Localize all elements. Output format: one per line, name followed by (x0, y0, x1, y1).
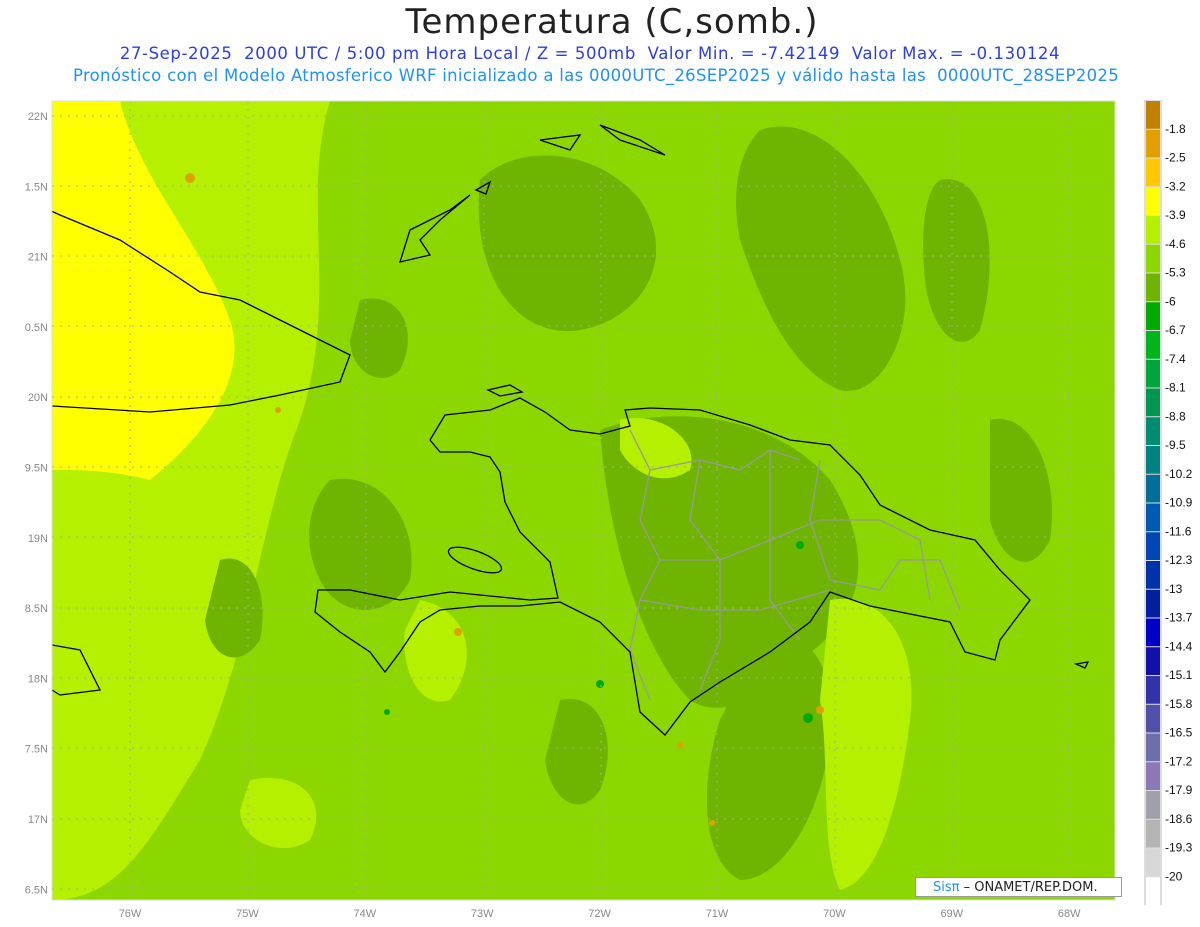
colorbar-swatch (1146, 561, 1160, 589)
colorbar-label: -9.5 (1165, 438, 1186, 452)
colorbar-swatch (1146, 791, 1160, 819)
lon-tick-label: 75W (236, 908, 259, 920)
temperature-map: 22N 1.5N 21N 0.5N 20N 9.5N 19N 8.5N 18N 7.5N 17N 6.… (25, 100, 1193, 920)
lon-tick-label: 72W (588, 908, 611, 920)
colorbar-swatch (1146, 446, 1160, 474)
lon-tick-label: 69W (940, 908, 963, 920)
colorbar-label: -12.3 (1165, 553, 1193, 567)
longitude-labels: 76W 75W 74W 73W 72W 71W 70W 69W 68W (119, 908, 1081, 920)
colorbar-swatch (1146, 101, 1160, 129)
colorbar-swatch (1146, 474, 1160, 503)
subtitle-model-info: Pronóstico con el Modelo Atmosferico WRF… (72, 66, 1119, 85)
colorbar-swatch (1146, 417, 1160, 445)
colorbar-label: -16.5 (1165, 726, 1193, 740)
sispi-logo: Sisπ (933, 880, 960, 895)
colorbar-label: -7.4 (1165, 352, 1186, 366)
colorbar-label: -15.1 (1165, 668, 1193, 682)
shaded-field (52, 101, 1115, 900)
colorbar-label: -6.7 (1165, 323, 1186, 337)
colorbar-label: -6 (1165, 294, 1176, 308)
colorbar-swatch (1146, 388, 1160, 417)
colorbar-label: -15.8 (1165, 697, 1193, 711)
colorbar-swatch (1146, 216, 1160, 244)
colorbar-label: -8.1 (1165, 381, 1186, 395)
lat-tick-label: 22N (28, 111, 48, 123)
colorbar-swatch (1146, 129, 1160, 158)
lat-tick-label: 9.5N (25, 463, 48, 475)
colorbar-label: -10.2 (1165, 467, 1193, 481)
colorbar-swatch (1146, 676, 1160, 704)
lon-tick-label: 76W (119, 908, 142, 920)
colorbar-swatch (1146, 187, 1160, 215)
colorbar-label: -13.7 (1165, 611, 1193, 625)
colorbar-swatch (1146, 158, 1160, 187)
colorbar-label: -17.2 (1165, 754, 1193, 768)
colorbar-swatch (1146, 503, 1160, 532)
map-title: Temperatura (C,somb.) (405, 2, 819, 42)
colorbar-swatch (1146, 244, 1160, 273)
lat-tick-label: 0.5N (25, 322, 48, 334)
colorbar-label: -13 (1165, 582, 1183, 596)
lat-tick-label: 8.5N (25, 603, 48, 615)
lat-tick-label: 6.5N (25, 884, 48, 896)
colorbar-label: -14.4 (1165, 639, 1193, 653)
colorbar-label: -5.3 (1165, 266, 1186, 280)
colorbar-swatch (1146, 359, 1160, 388)
lat-tick-label: 18N (28, 673, 48, 685)
colorbar-swatch (1146, 302, 1160, 330)
lat-tick-label: 21N (28, 252, 48, 264)
colorbar: -1.8 -2.5 -3.2 -3.9 -4.6 -5.3 -6 -6.7 -7.4 -8.1 -8… (1144, 100, 1193, 905)
colorbar-swatch (1146, 877, 1160, 905)
colorbar-label: -3.9 (1165, 208, 1186, 222)
colorbar-swatch (1146, 704, 1160, 733)
lon-tick-label: 71W (706, 908, 729, 920)
colorbar-label: -20 (1165, 869, 1183, 883)
colorbar-swatch (1146, 331, 1160, 359)
colorbar-label: -18.6 (1165, 812, 1193, 826)
colorbar-label: -17.9 (1165, 783, 1193, 797)
subtitle-valid-time: 27-Sep-2025 2000 UTC / 5:00 pm Hora Loca… (119, 44, 1061, 63)
colorbar-swatch (1146, 532, 1160, 560)
lat-tick-label: 17N (28, 814, 48, 826)
colorbar-label: -19.3 (1165, 841, 1193, 855)
colorbar-label: -8.8 (1165, 409, 1186, 423)
colorbar-label: -2.5 (1165, 151, 1186, 165)
lat-tick-label: 7.5N (25, 744, 48, 756)
colorbar-label: -10.9 (1165, 496, 1193, 510)
colorbar-label: -1.8 (1165, 122, 1186, 136)
colorbar-swatch (1146, 848, 1160, 877)
lon-tick-label: 68W (1058, 908, 1081, 920)
lat-tick-label: 20N (28, 392, 48, 404)
colorbar-swatch (1146, 647, 1160, 675)
colorbar-swatch (1146, 589, 1160, 618)
colorbar-swatch (1146, 762, 1160, 790)
colorbar-swatch (1146, 819, 1160, 848)
colorbar-swatch (1146, 273, 1160, 302)
colorbar-swatch (1146, 733, 1160, 762)
lat-tick-label: 1.5N (25, 181, 48, 193)
colorbar-label: -4.6 (1165, 237, 1186, 251)
lon-tick-label: 74W (353, 908, 376, 920)
lat-tick-label: 19N (28, 533, 48, 545)
credit-box: Sisπ – ONAMET/REP.DOM. (915, 877, 1122, 897)
colorbar-label: -11.6 (1165, 524, 1192, 538)
colorbar-label: -3.2 (1165, 179, 1186, 193)
credit-text: – ONAMET/REP.DOM. (963, 880, 1098, 895)
latitude-labels: 22N 1.5N 21N 0.5N 20N 9.5N 19N 8.5N 18N 7.5N 17N 6.… (25, 111, 48, 896)
lon-tick-label: 73W (471, 908, 494, 920)
lon-tick-label: 70W (823, 908, 846, 920)
colorbar-swatch (1146, 618, 1160, 647)
